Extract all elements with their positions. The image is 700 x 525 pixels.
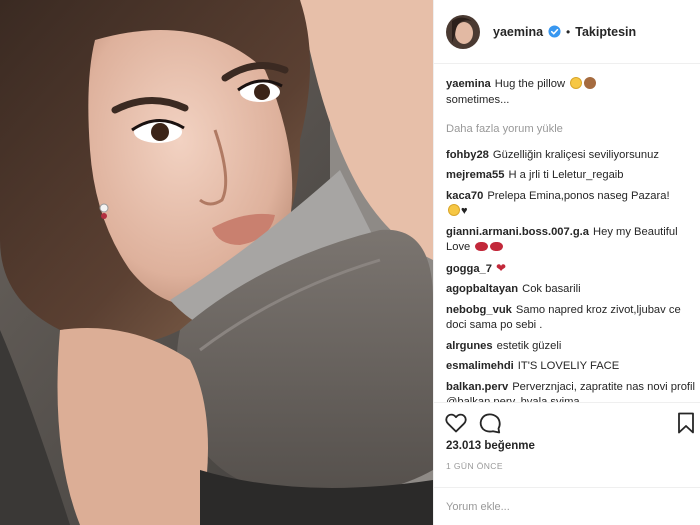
post-timestamp: 1 GÜN ÖNCE	[446, 461, 503, 471]
list-item: kaca70 Prelepa Emina,ponos naseg Pazara! …	[446, 189, 696, 220]
comment-bubble-icon[interactable]	[478, 411, 502, 435]
list-item: alrgunes estetik güzeli	[446, 339, 696, 355]
header-separator: •	[566, 24, 571, 39]
comment-username[interactable]: mejrema55	[446, 169, 504, 181]
black-heart-icon: ♥	[461, 205, 468, 217]
verified-badge-icon	[548, 25, 561, 38]
post-photo[interactable]	[0, 0, 433, 525]
comment-username[interactable]: agopbaltayan	[446, 283, 518, 295]
comment-username[interactable]: kaca70	[446, 190, 483, 202]
kiss-mark-icon	[475, 242, 489, 251]
comment-list: yaemina Hug the pillow sometimes... Daha …	[446, 77, 696, 402]
following-button[interactable]: Takiptesin	[575, 25, 636, 39]
comment-text: Güzelliğin kraliçesi seviliyorsunuz	[492, 148, 659, 161]
comment-username[interactable]: fohby28	[446, 149, 489, 161]
caption-text: Hug the pillow	[494, 78, 566, 90]
comment-text: Prelepa Emina,ponos naseg Pazara!	[487, 189, 670, 202]
avatar[interactable]	[446, 14, 480, 49]
caption-username[interactable]: yaemina	[446, 78, 491, 90]
caption: yaemina Hug the pillow sometimes...	[446, 77, 696, 108]
avatar-image	[446, 14, 480, 49]
list-item: esmalimehdi IT'S LOVELIY FACE	[446, 359, 696, 375]
list-item: agopbaltayan Cok basarili	[446, 282, 696, 298]
list-item: nebobg_vuk Samo napred kroz zivot,ljubav …	[446, 303, 696, 334]
selfie-photo-image	[0, 0, 433, 525]
header-username[interactable]: yaemina	[493, 25, 543, 39]
comment-text: IT'S LOVELIY FACE	[517, 360, 620, 372]
bookmark-icon[interactable]	[674, 411, 698, 435]
comment-text: H a jrli ti Leletur_regaib	[508, 169, 624, 181]
comment-username[interactable]: balkan.perv	[446, 381, 508, 393]
load-more-comments-link[interactable]: Daha fazla yorum yükle	[446, 122, 696, 138]
comment-username[interactable]: gianni.armani.boss.007.g.a	[446, 226, 589, 238]
comment-username[interactable]: alrgunes	[446, 340, 493, 352]
caption-text-continued: sometimes...	[446, 93, 510, 106]
growing-heart-icon: ❤	[496, 260, 507, 275]
instagram-post-view: yaemina • Takiptesin yaemina Hug the pill…	[0, 0, 700, 525]
post-header: yaemina • Takiptesin	[434, 0, 700, 64]
hugging-face-emoji-icon	[570, 77, 583, 89]
list-item: mejrema55 H a jrli ti Leletur_regaib	[446, 168, 696, 184]
hugging-face-emoji-icon	[448, 204, 460, 216]
comment-text: Cok basarili	[522, 283, 581, 295]
list-item: balkan.perv Perverznjaci, zapratite nas n…	[446, 380, 696, 403]
comment-text: estetik güzeli	[496, 339, 562, 352]
list-item: gianni.armani.boss.007.g.a Hey my Beautif…	[446, 225, 696, 256]
comment-input[interactable]	[446, 497, 686, 517]
comment-username[interactable]: nebobg_vuk	[446, 304, 512, 316]
person-emoji-icon	[584, 77, 597, 89]
list-item: gogga_7 ❤	[446, 261, 696, 278]
kiss-mark-icon	[490, 242, 504, 251]
add-comment-bar	[434, 487, 700, 525]
like-count[interactable]: 23.013 beğenme	[446, 440, 535, 452]
list-item: fohby28 Güzelliğin kraliçesi seviliyorsun…	[446, 148, 696, 164]
comment-username[interactable]: esmalimehdi	[446, 360, 514, 372]
heart-outline-icon[interactable]	[444, 411, 468, 435]
post-sidebar: yaemina • Takiptesin yaemina Hug the pill…	[433, 0, 700, 525]
comment-username[interactable]: gogga_7	[446, 263, 492, 275]
